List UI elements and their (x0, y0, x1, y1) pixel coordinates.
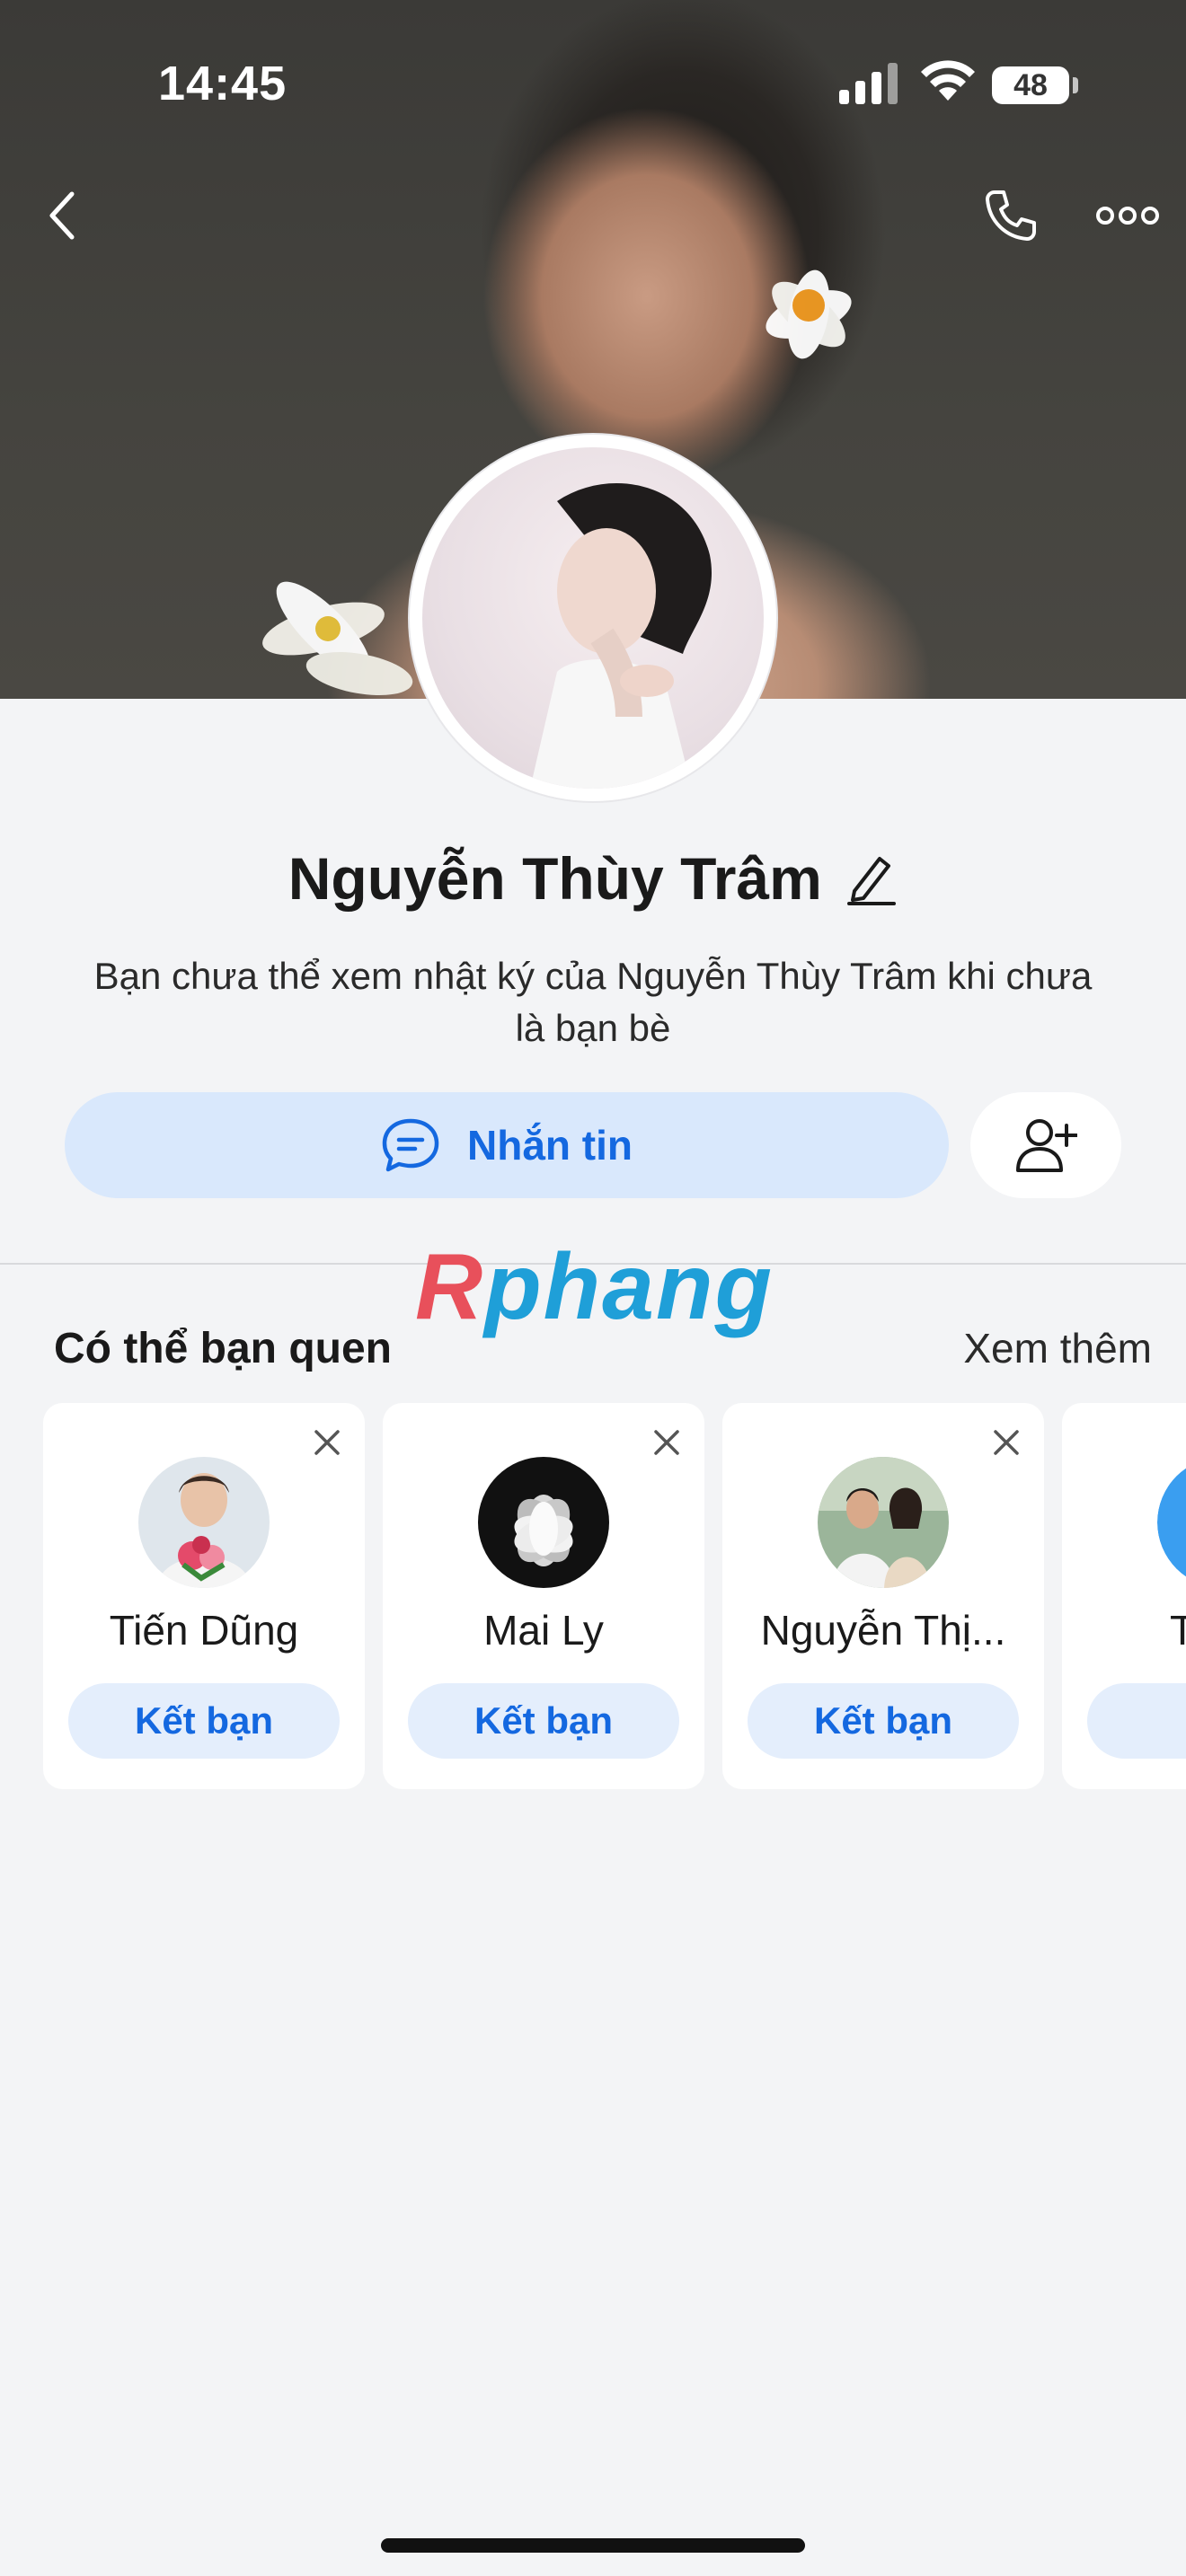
add-friend-button[interactable]: Kết bạn (748, 1683, 1019, 1759)
suggestion-name: T (1170, 1607, 1186, 1654)
add-user-icon (1016, 1119, 1077, 1172)
suggestions-carousel[interactable]: Tiến Dũng Kết bạn Mai Ly Kết bạn Nguyễn … (43, 1403, 1186, 1789)
add-friend-button[interactable]: Kết bạn (408, 1683, 679, 1759)
call-button[interactable] (970, 180, 1051, 251)
avatar[interactable] (818, 1457, 949, 1588)
status-time: 14:45 (158, 57, 288, 110)
avatar[interactable] (478, 1457, 609, 1588)
avatar[interactable] (138, 1457, 270, 1588)
watermark-logo: Rphang (415, 1235, 774, 1339)
home-indicator[interactable] (381, 2538, 805, 2553)
cellular-signal-icon (839, 63, 898, 104)
phone-icon (986, 190, 1036, 241)
avatar[interactable] (1157, 1457, 1186, 1588)
avatar-photo (422, 447, 764, 789)
avatar-illustration (530, 483, 712, 789)
suggestion-card[interactable]: Mai Ly Kết bạn (383, 1403, 704, 1789)
battery-tip (1073, 77, 1078, 93)
add-friend-button[interactable]: Kế (1087, 1683, 1186, 1759)
add-friend-button[interactable]: Kết bạn (68, 1683, 340, 1759)
suggestion-card[interactable]: Tiến Dũng Kết bạn (43, 1403, 365, 1789)
suggestion-name: Tiến Dũng (109, 1607, 299, 1654)
battery-indicator: 48 (992, 66, 1069, 104)
message-button-label: Nhắn tin (467, 1122, 633, 1169)
profile-name-row: Nguyễn Thùy Trâm (0, 844, 1186, 913)
edit-pencil-icon[interactable] (845, 851, 898, 905)
chevron-left-icon (49, 191, 75, 240)
friend-only-notice: Bạn chưa thể xem nhật ký của Nguyễn Thùy… (93, 955, 1093, 1049)
suggestion-card[interactable]: T Kế (1062, 1403, 1186, 1789)
see-more-link[interactable]: Xem thêm (963, 1324, 1152, 1372)
suggestions-title: Có thể bạn quen (54, 1325, 392, 1372)
close-icon[interactable] (309, 1425, 345, 1460)
suggestion-card[interactable]: Nguyễn Thị... Kết bạn (722, 1403, 1044, 1789)
profile-avatar[interactable] (410, 435, 776, 801)
close-icon[interactable] (649, 1425, 685, 1460)
wifi-icon (921, 60, 975, 101)
suggestion-name: Mai Ly (483, 1607, 604, 1654)
back-button[interactable] (27, 180, 99, 251)
suggestion-name: Nguyễn Thị... (760, 1607, 1006, 1654)
add-friend-button[interactable] (970, 1092, 1121, 1198)
status-bar: 14:45 48 (0, 0, 1186, 171)
profile-name: Nguyễn Thùy Trâm (288, 845, 822, 912)
more-options-button[interactable] (1087, 184, 1168, 247)
close-icon[interactable] (988, 1425, 1024, 1460)
more-dots-icon (1096, 207, 1159, 225)
message-button[interactable]: Nhắn tin (65, 1092, 949, 1198)
chat-bubble-icon (382, 1118, 439, 1172)
